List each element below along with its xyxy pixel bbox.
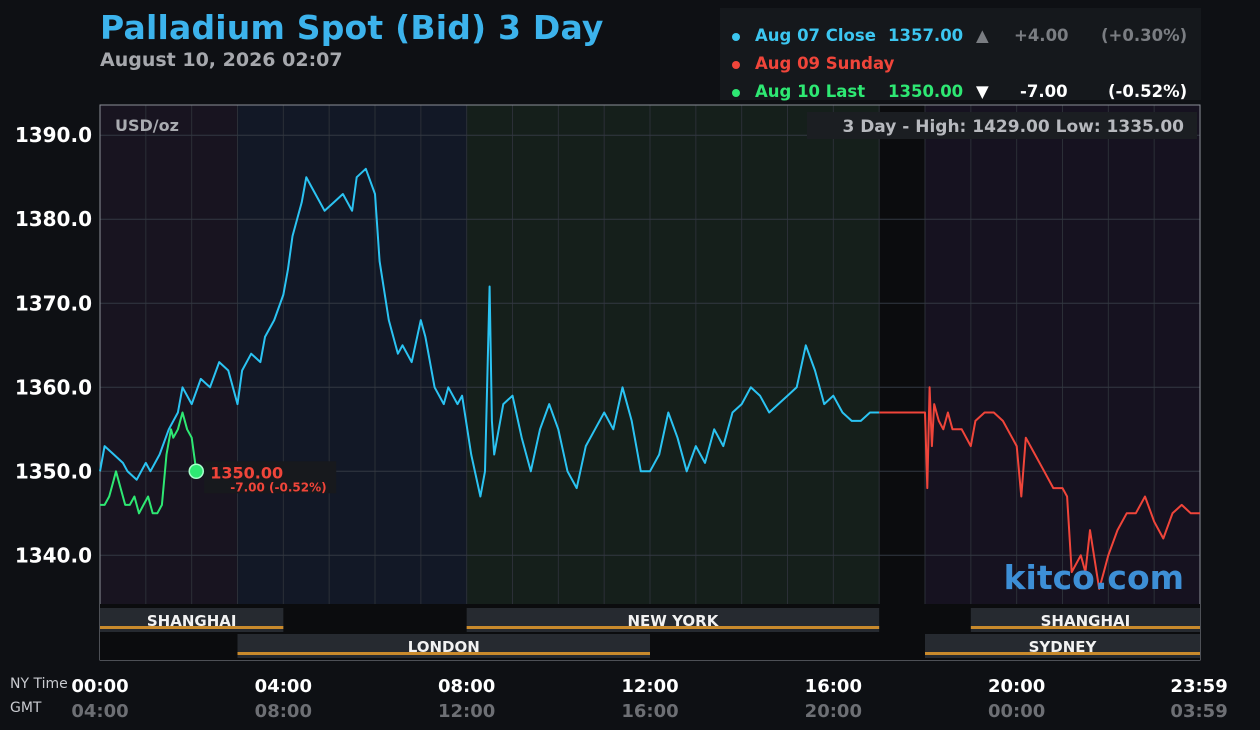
y-tick-label: 1390.0 <box>15 123 92 147</box>
session-label-0: SHANGHAI <box>147 612 237 630</box>
x-tick-gmt: 08:00 <box>254 701 312 722</box>
session-label-2: SHANGHAI <box>1041 612 1131 630</box>
session-label-1: NEW YORK <box>628 612 720 630</box>
x-tick-gmt: 00:00 <box>988 701 1046 722</box>
axis-labels: 1390.0 1380.0 1370.0 1360.0 1350.0 1340.0 <box>15 123 92 567</box>
x-tick-ny: 20:00 <box>988 676 1046 697</box>
kitco-watermark: kitco.com <box>1004 558 1184 597</box>
price-chart: USD/oz 3 Day - High: 1429.00 Low: 1335.0… <box>15 104 1201 661</box>
x-tick-gmt: 12:00 <box>438 701 496 722</box>
y-tick-label: 1370.0 <box>15 291 92 315</box>
session-band-1 <box>237 105 467 604</box>
session-bars: SHANGHAI NEW YORK SHANGHAI LONDON SYDNEY <box>100 604 1200 660</box>
x-tick-ny: 08:00 <box>438 676 496 697</box>
marker-change: -7.00 (-0.52%) <box>230 480 326 494</box>
x-tick-gmt: 16:00 <box>621 701 679 722</box>
x-tick-ny: 04:00 <box>254 676 312 697</box>
x-tick-ny: 12:00 <box>621 676 679 697</box>
y-tick-label: 1360.0 <box>15 375 92 399</box>
y-tick-label: 1350.0 <box>15 459 92 483</box>
y-tick-label: 1340.0 <box>15 543 92 567</box>
y-tick-label: 1380.0 <box>15 207 92 231</box>
gmt-label: GMT <box>10 700 42 716</box>
session-band-0 <box>100 105 238 604</box>
session-label-3: LONDON <box>408 638 480 656</box>
high-low-text: 3 Day - High: 1429.00 Low: 1335.00 <box>842 117 1184 137</box>
x-tick-gmt: 04:00 <box>71 701 129 722</box>
x-tick-ny: 23:59 <box>1170 676 1228 697</box>
x-tick-ny: 00:00 <box>71 676 129 697</box>
ny-time-label: NY Time <box>10 676 68 692</box>
last-price-marker: 1350.00-7.00 (-0.52%) <box>188 461 337 494</box>
session-label-4: SYDNEY <box>1029 638 1098 656</box>
x-tick-gmt: 20:00 <box>804 701 862 722</box>
last-price-dot <box>188 463 204 480</box>
x-tick-ny: 16:00 <box>804 676 862 697</box>
session-band-3 <box>879 105 925 604</box>
unit-label: USD/oz <box>115 116 179 135</box>
session-band-2 <box>466 105 880 604</box>
x-tick-gmt: 03:59 <box>1170 701 1228 722</box>
